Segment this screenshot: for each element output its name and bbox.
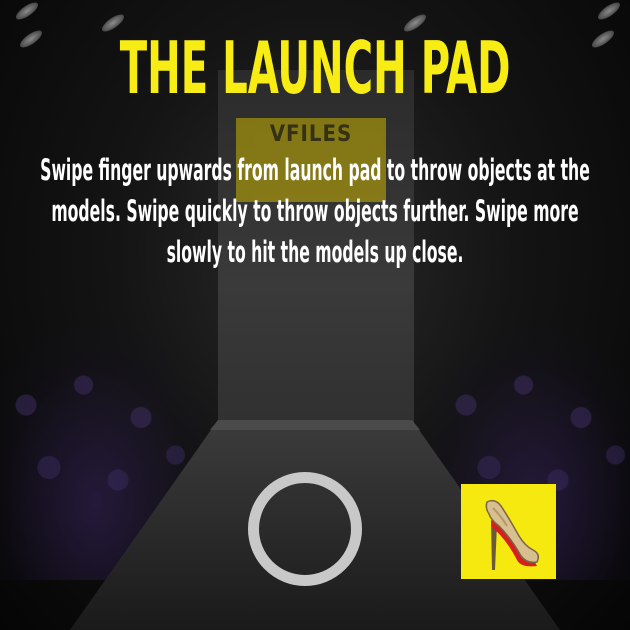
backdrop-sign-text: VFILES	[269, 122, 353, 147]
screen-title: THE LAUNCH PAD	[119, 26, 511, 110]
selected-object-button[interactable]	[461, 484, 556, 579]
launch-pad[interactable]	[248, 472, 362, 586]
stage-light	[17, 27, 45, 51]
stage-light	[13, 0, 41, 23]
game-stage: VFILES THE LAUNCH PAD Swipe finger upwar…	[0, 0, 630, 630]
high-heel-shoe-icon	[485, 499, 540, 570]
instructions-text: Swipe finger upwards from launch pad to …	[20, 150, 610, 273]
stage-light	[595, 0, 623, 23]
instructions-body: Swipe finger upwards from launch pad to …	[40, 153, 590, 269]
stage-light	[589, 27, 617, 51]
